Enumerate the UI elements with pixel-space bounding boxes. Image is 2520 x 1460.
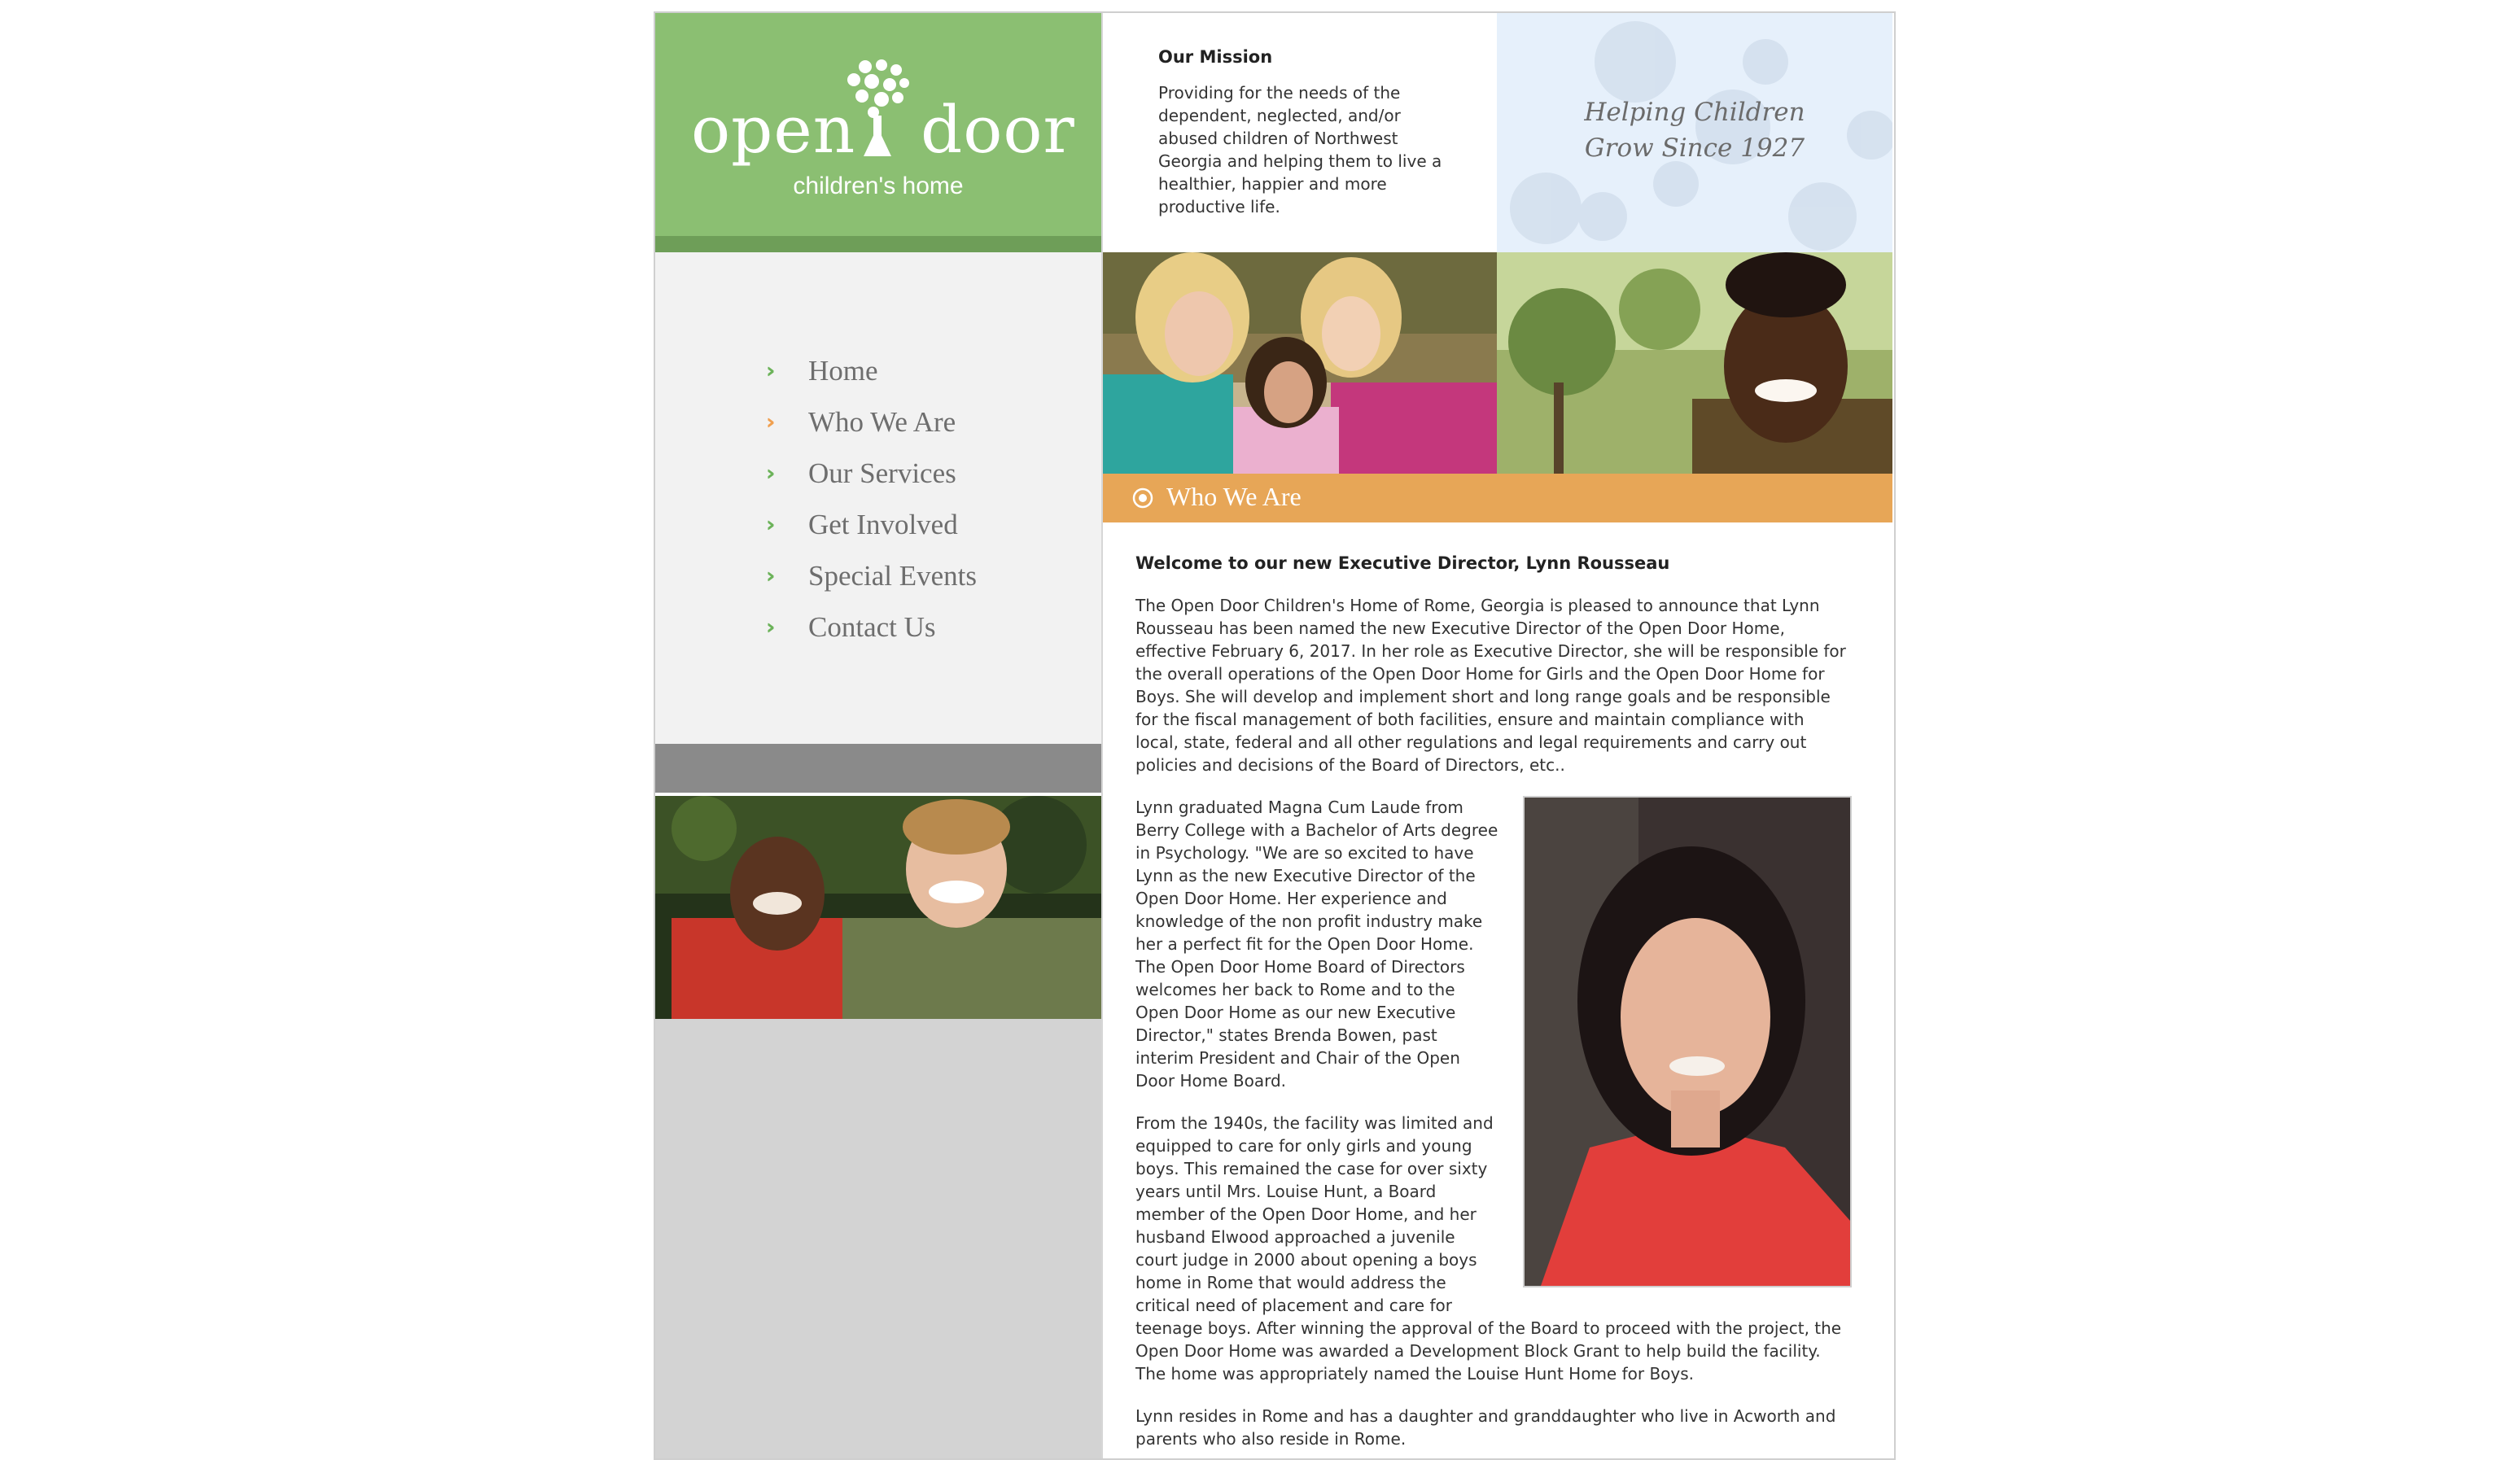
logo-word-open: open <box>691 92 856 168</box>
tagline-line-1: Helping Children <box>1584 98 1805 127</box>
nav-label: Special Events <box>808 559 978 592</box>
nav-label: Who We Are <box>808 405 956 438</box>
page-container: open door children's home ›› Home ›› Who… <box>654 11 1896 1460</box>
photo-mother-daughters <box>1103 252 1497 474</box>
mission-title: Our Mission <box>1158 47 1273 67</box>
left-column-fill <box>655 1019 1101 1458</box>
double-chevron-right-icon: ›› <box>766 512 775 537</box>
double-chevron-right-icon: ›› <box>766 614 775 640</box>
main-nav: ›› Home ›› Who We Are ›› Our Services ››… <box>655 252 1101 744</box>
double-chevron-right-icon: ›› <box>766 409 775 435</box>
photo-two-boys <box>655 796 1101 1019</box>
nav-label: Home <box>808 354 878 387</box>
article-paragraph: The Open Door Children's Home of Rome, G… <box>1135 596 1846 775</box>
nav-item-home[interactable]: ›› Home <box>766 345 977 396</box>
logo-word-door: door <box>921 92 1075 168</box>
photo-smiling-boy <box>1497 252 1892 474</box>
nav-item-get-involved[interactable]: ›› Get Involved <box>766 499 977 550</box>
nav-item-our-services[interactable]: ›› Our Services <box>766 448 977 499</box>
tagline-line-2: Grow Since 1927 <box>1584 133 1805 163</box>
article-paragraph: Lynn resides in Rome and has a daughter … <box>1135 1406 1836 1449</box>
portrait-photo <box>1523 796 1852 1287</box>
double-chevron-right-icon: ›› <box>766 461 775 486</box>
nav-label: Contact Us <box>808 610 936 643</box>
nav-footer-bar <box>655 744 1101 793</box>
double-chevron-right-icon: ›› <box>766 563 775 588</box>
logo-subtitle: children's home <box>793 173 964 199</box>
tagline-text: Helping Children Grow Since 1927 <box>1497 94 1892 166</box>
tagline-panel: Helping Children Grow Since 1927 <box>1497 13 1892 252</box>
nav-label: Our Services <box>808 457 956 489</box>
nav-label: Get Involved <box>808 508 958 540</box>
nav-item-contact-us[interactable]: ›› Contact Us <box>766 601 977 653</box>
section-title: Who We Are <box>1166 482 1302 511</box>
column-divider <box>1101 13 1103 1458</box>
article-title: Welcome to our new Executive Director, L… <box>1135 553 1670 573</box>
nav-list: ›› Home ›› Who We Are ›› Our Services ››… <box>766 345 977 653</box>
nav-item-who-we-are[interactable]: ›› Who We Are <box>766 396 977 448</box>
double-chevron-right-icon: ›› <box>766 358 775 383</box>
nav-item-special-events[interactable]: ›› Special Events <box>766 550 977 601</box>
article: Welcome to our new Executive Director, L… <box>1135 552 1852 1458</box>
logo-stripe <box>655 236 1101 252</box>
circle-dot-icon <box>1132 487 1153 509</box>
mission-text: Providing for the needs of the dependent… <box>1158 83 1442 216</box>
site-logo[interactable]: open door children's home <box>655 13 1101 236</box>
section-banner: Who We Are <box>1103 474 1892 522</box>
